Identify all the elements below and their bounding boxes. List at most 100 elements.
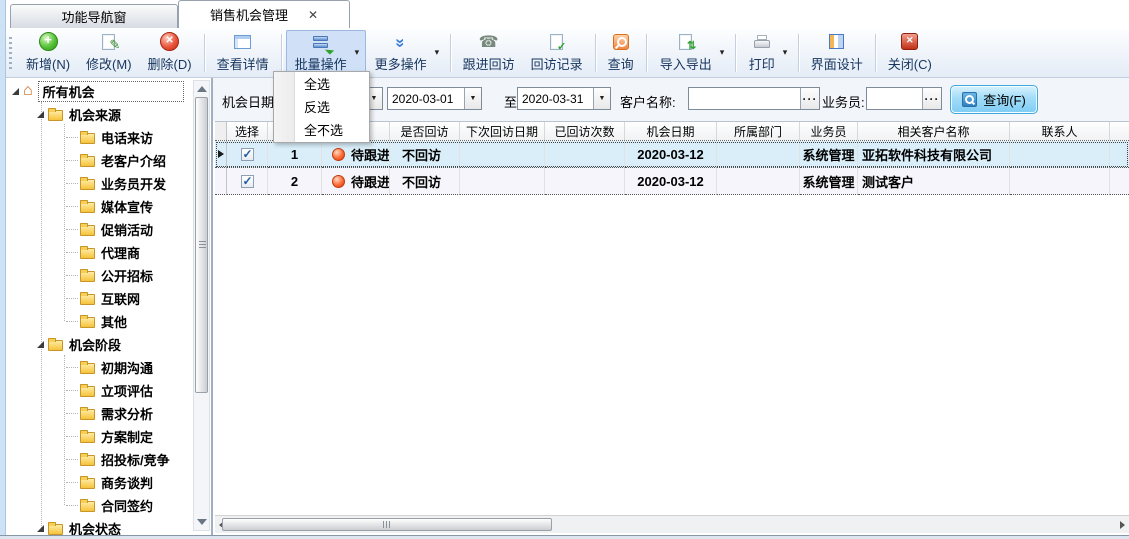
tree-item[interactable]: 合同签约 [6, 494, 153, 516]
table-row[interactable]: 2 待跟进 不回访 2020-03-12 系统管理 测试客户 [215, 168, 1129, 195]
tree-item[interactable]: 业务员开发 [6, 172, 166, 194]
toolbar-grip[interactable] [9, 37, 12, 69]
tree-item[interactable]: 需求分析 [6, 402, 153, 424]
row-checkbox[interactable] [241, 148, 254, 161]
print-button[interactable]: 打印 [741, 31, 783, 75]
visit-record-button[interactable]: 回访记录 [523, 31, 591, 75]
scrollbar-thumb[interactable] [222, 518, 552, 531]
date-to-combo[interactable]: 2020-03-31 [517, 87, 611, 110]
scroll-up-icon[interactable] [197, 86, 207, 92]
expander-icon[interactable] [12, 88, 19, 95]
column-header-next-visit-date[interactable]: 下次回访日期 [460, 122, 545, 140]
record-icon [547, 33, 567, 51]
column-header-opportunity-date[interactable]: 机会日期 [625, 122, 717, 140]
column-header-contact[interactable]: 联系人 [1010, 122, 1110, 140]
tree-item[interactable]: 促销活动 [6, 218, 153, 240]
close-tab-icon[interactable]: ✕ [308, 9, 318, 21]
column-header-customer[interactable]: 相关客户名称 [858, 122, 1010, 140]
table-horizontal-scrollbar[interactable] [215, 515, 1129, 533]
toolbar-separator [798, 34, 799, 72]
tree-item-label: 代理商 [101, 243, 140, 262]
tree-item[interactable]: 方案制定 [6, 425, 153, 447]
tab-function-nav[interactable]: 功能导航窗 [10, 4, 178, 28]
tree-item[interactable]: 商务谈判 [6, 471, 153, 493]
tree-item-label: 所有机会 [38, 81, 184, 102]
salesman-input[interactable] [866, 87, 942, 110]
tree-connector [66, 229, 78, 230]
close-button[interactable]: 关闭(C) [880, 31, 940, 75]
folder-icon [80, 179, 95, 190]
tree-item[interactable]: 电话来访 [6, 126, 153, 148]
tree-item[interactable]: 互联网 [6, 287, 140, 309]
row-checkbox[interactable] [241, 175, 254, 188]
import-export-button[interactable]: 导入导出 [652, 31, 720, 75]
tree-item-source[interactable]: 机会来源 [6, 103, 121, 125]
delete-button[interactable]: 删除(D) [140, 31, 200, 75]
tree-item[interactable]: 招投标/竞争 [6, 448, 170, 470]
batch-operations-button[interactable]: 批量操作 [287, 31, 355, 75]
column-header-visit-count[interactable]: 已回访次数 [545, 122, 625, 140]
column-header-department[interactable]: 所属部门 [717, 122, 800, 140]
tree-item[interactable]: 代理商 [6, 241, 140, 263]
tree-item[interactable]: 立项评估 [6, 379, 153, 401]
chevron-down-icon[interactable] [783, 31, 793, 75]
tree-item-status[interactable]: 机会状态 [6, 517, 121, 535]
expander-icon[interactable] [37, 111, 44, 118]
menu-item-invert-selection[interactable]: 反选 [274, 96, 369, 119]
ellipsis-button[interactable] [922, 88, 941, 109]
column-header-revisit[interactable]: 是否回访 [390, 122, 460, 140]
tree-item-all-opportunities[interactable]: ⌂ 所有机会 [6, 80, 184, 102]
combo-dropdown-icon[interactable] [593, 88, 610, 109]
date-from-combo[interactable]: 2020-03-01 [387, 87, 482, 110]
status-cell: 待跟进 [322, 141, 390, 168]
tree-item[interactable]: 公开招标 [6, 264, 153, 286]
column-header-select[interactable]: 选择 [227, 122, 268, 140]
tree-connector [66, 505, 78, 506]
visit-count-cell [545, 141, 625, 168]
chevron-down-icon[interactable] [355, 31, 365, 75]
ui-design-button[interactable]: 界面设计 [803, 31, 871, 75]
folder-icon [80, 317, 95, 328]
date-filter-label: 机会日期: [222, 92, 278, 111]
chevron-down-icon[interactable] [435, 31, 445, 75]
tree-item[interactable]: 其他 [6, 310, 127, 332]
delete-button-label: 删除(D) [148, 54, 192, 73]
expander-icon[interactable] [37, 525, 44, 532]
scroll-down-icon[interactable] [197, 519, 207, 525]
view-details-button[interactable]: 查看详情 [209, 31, 277, 75]
opportunity-date-cell: 2020-03-12 [625, 168, 717, 195]
home-icon: ⌂ [23, 84, 33, 98]
expander-icon[interactable] [37, 341, 44, 348]
query-toolbar-button[interactable]: 查询 [600, 31, 642, 75]
tab-sales-opportunity[interactable]: 销售机会管理 ✕ [178, 0, 350, 28]
tab-label: 功能导航窗 [61, 7, 126, 26]
salesman-cell: 系统管理 [800, 168, 858, 195]
tree-item[interactable]: 老客户介绍 [6, 149, 166, 171]
scroll-right-icon[interactable] [1120, 521, 1125, 529]
edit-button[interactable]: 修改(M) [78, 31, 140, 75]
ellipsis-button[interactable] [800, 88, 819, 109]
query-button[interactable]: 查询(F) [950, 85, 1038, 114]
customer-input[interactable] [688, 87, 820, 110]
tree-vertical-scrollbar[interactable] [193, 80, 210, 531]
column-header-salesman[interactable]: 业务员 [800, 122, 858, 140]
tree-connector [66, 436, 78, 437]
folder-icon [80, 156, 95, 167]
row-select-cell [227, 168, 268, 195]
more-operations-button[interactable]: 更多操作 [367, 31, 435, 75]
follow-up-visit-button[interactable]: 跟进回访 [455, 31, 523, 75]
tree-item[interactable]: 媒体宣传 [6, 195, 153, 217]
status-dot-icon [332, 175, 345, 188]
tree-scrollbar-thumb[interactable] [195, 97, 208, 393]
tree-item[interactable]: 初期沟通 [6, 356, 153, 378]
toolbar-separator [735, 34, 736, 72]
tree-item-stage[interactable]: 机会阶段 [6, 333, 121, 355]
menu-item-select-all[interactable]: 全选 [274, 73, 369, 96]
chevron-down-icon[interactable] [720, 31, 730, 75]
panel-splitter[interactable] [212, 78, 213, 535]
menu-item-select-none[interactable]: 全不选 [274, 119, 369, 142]
combo-dropdown-icon[interactable] [464, 88, 481, 109]
add-button[interactable]: 新增(N) [18, 31, 78, 75]
table-row[interactable]: 1 待跟进 不回访 2020-03-12 系统管理 亚拓软件科技有限公司 [215, 141, 1129, 168]
status-text: 待跟进 [351, 172, 390, 191]
